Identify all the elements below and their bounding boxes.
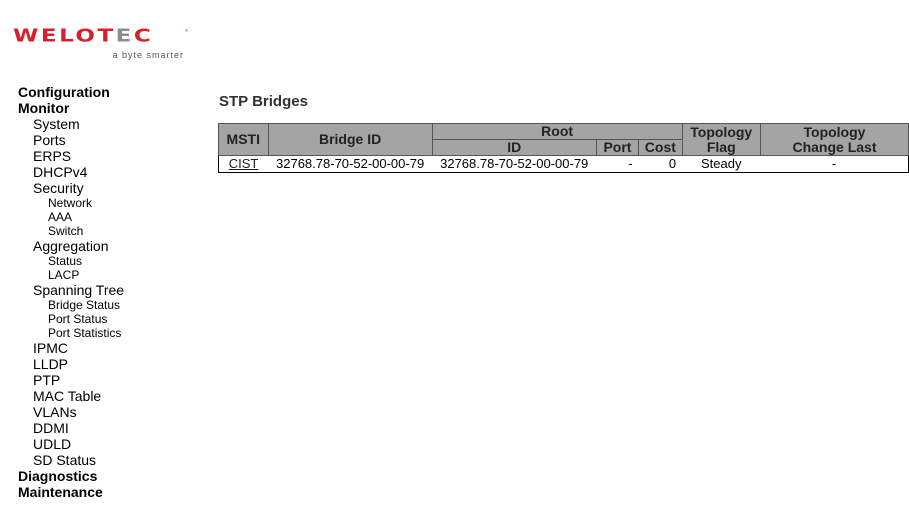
header-topology-flag: Topology Flag [681,123,761,156]
nav-item-lacp[interactable]: LACP [18,268,208,282]
nav-item-switch[interactable]: Switch [18,224,208,238]
nav-item-port-status[interactable]: Port Status [18,312,208,326]
cell-topology-flag: Steady [682,155,761,173]
page-title: STP Bridges [219,93,308,110]
nav-item-port-statistics[interactable]: Port Statistics [18,326,208,340]
nav-item-mac-table[interactable]: MAC Table [18,388,208,404]
header-root-id: ID [431,139,597,156]
nav-item-erps[interactable]: ERPS [18,148,208,164]
nav-item-ddmi[interactable]: DDMI [18,420,208,436]
nav-item-ptp[interactable]: PTP [18,372,208,388]
nav-item-security[interactable]: Security [18,180,208,196]
nav-item-vlans[interactable]: VLANs [18,404,208,420]
nav-item-status[interactable]: Status [18,254,208,268]
header-topology-change-last: Topology Change Last [759,123,909,156]
header-msti: MSTI [218,123,269,156]
brand-wordmark: WELOTEC [13,26,154,47]
nav-item-maintenance[interactable]: Maintenance [18,484,208,500]
header-root-cost: Cost [638,139,683,156]
nav-item-network[interactable]: Network [18,196,208,210]
nav-item-udld[interactable]: UDLD [18,436,208,452]
cell-bridge-id: 32768.78-70-52-00-00-79 [268,155,433,173]
nav-item-sd-status[interactable]: SD Status [18,452,208,468]
welotec-logo: WELOTEC ® a byte smarter [13,26,188,62]
header-root-port: Port [595,139,640,156]
brand-tagline: a byte smarter [112,50,184,60]
header-root: Root [431,123,683,140]
cell-root-port: - [596,155,639,173]
cell-root-id: 32768.78-70-52-00-00-79 [432,155,597,173]
nav-item-lldp[interactable]: LLDP [18,356,208,372]
stp-bridges-table: MSTI Bridge ID Root Topology Flag Topolog… [218,123,909,173]
nav-item-configuration[interactable]: Configuration [18,84,208,100]
nav-item-monitor[interactable]: Monitor [18,100,208,116]
table-row: CIST 32768.78-70-52-00-00-79 32768.78-70… [218,155,909,173]
registered-mark: ® [185,28,188,33]
nav-item-diagnostics[interactable]: Diagnostics [18,468,208,484]
nav-item-dhcpv4[interactable]: DHCPv4 [18,164,208,180]
cell-msti: CIST [218,155,269,173]
nav-item-ipmc[interactable]: IPMC [18,340,208,356]
cell-root-cost: 0 [638,155,683,173]
header-bridge-id: Bridge ID [267,123,433,156]
nav-item-system[interactable]: System [18,116,208,132]
msti-link[interactable]: CIST [229,156,259,171]
cell-topology-change-last: - [760,155,909,173]
sidebar-nav: Configuration Monitor System Ports ERPS DHCPv… [18,84,208,500]
nav-item-aggregation[interactable]: Aggregation [18,238,208,254]
nav-item-ports[interactable]: Ports [18,132,208,148]
nav-item-spanning-tree[interactable]: Spanning Tree [18,282,208,298]
nav-item-bridge-status[interactable]: Bridge Status [18,298,208,312]
nav-item-aaa[interactable]: AAA [18,210,208,224]
